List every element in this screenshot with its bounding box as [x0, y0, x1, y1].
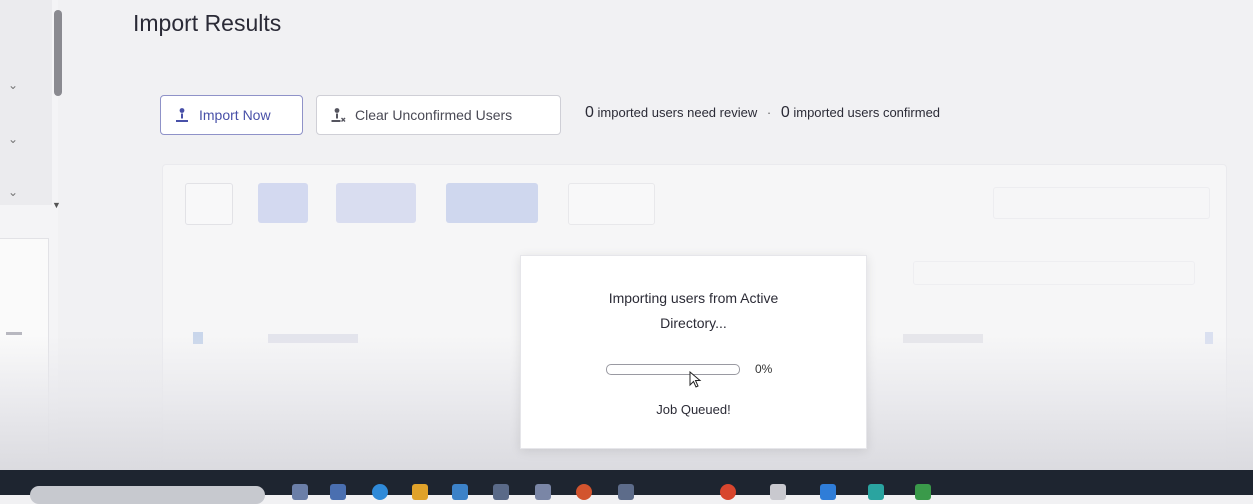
taskbar-app-icon[interactable] [618, 484, 634, 500]
dialog-message-line1: Importing users from Active [608, 290, 779, 306]
taskbar-app-icon[interactable] [535, 484, 551, 500]
table-pagination[interactable] [913, 261, 1195, 285]
filter-tab[interactable] [336, 183, 416, 223]
filter-tab[interactable] [446, 183, 538, 223]
filter-tab[interactable] [258, 183, 308, 223]
taskbar-app-icon[interactable] [720, 484, 736, 500]
chevron-down-icon[interactable]: ⌄ [8, 78, 18, 92]
import-stats: 0 imported users need review · 0 importe… [585, 104, 940, 122]
confirmed-count: 0 [780, 104, 790, 121]
user-remove-icon [331, 108, 346, 122]
import-progress-bar [606, 364, 740, 375]
taskbar-app-icon[interactable] [820, 484, 836, 500]
dialog-message: Importing users from Active Directory... [521, 286, 866, 336]
sidebar-scrollbar[interactable] [54, 10, 62, 96]
taskbar-app-icon[interactable] [576, 484, 592, 500]
taskbar-app-icon[interactable] [770, 484, 786, 500]
progress-percent: 0% [755, 362, 773, 376]
review-count: 0 [585, 104, 594, 121]
user-import-icon [176, 108, 188, 122]
chevron-down-icon[interactable]: ⌄ [8, 185, 18, 199]
filter-tab[interactable] [568, 183, 655, 225]
import-progress-dialog: Importing users from Active Directory...… [520, 255, 867, 449]
table-search-input[interactable] [723, 187, 873, 217]
taskbar-search[interactable] [30, 486, 265, 504]
taskbar-app-icon[interactable] [915, 484, 931, 500]
import-now-label: Import Now [199, 107, 271, 123]
clear-unconfirmed-users-button[interactable]: Clear Unconfirmed Users [316, 95, 561, 135]
job-status: Job Queued! [656, 402, 731, 417]
taskbar-app-icon[interactable] [452, 484, 468, 500]
chevron-down-icon[interactable]: ⌄ [8, 132, 18, 146]
os-taskbar [0, 470, 1253, 504]
review-label: imported users need review [597, 105, 758, 120]
scroll-down-arrow-icon[interactable]: ▼ [52, 200, 61, 210]
taskbar-app-icon[interactable] [292, 484, 308, 500]
page-title: Import Results [133, 10, 282, 36]
confirmed-label: imported users confirmed [793, 105, 941, 120]
taskbar-app-icon[interactable] [493, 484, 509, 500]
table-filter-select[interactable] [993, 187, 1210, 219]
filter-all-tab[interactable] [185, 183, 233, 225]
mouse-cursor-icon [689, 371, 702, 388]
dialog-message-line2: Directory... [660, 315, 727, 331]
taskbar-app-icon[interactable] [868, 484, 884, 500]
clear-unconfirmed-users-label: Clear Unconfirmed Users [355, 107, 513, 123]
import-now-button[interactable]: Import Now [160, 95, 303, 135]
taskbar-app-icon[interactable] [330, 484, 346, 500]
sidebar-nav-strip [0, 0, 52, 205]
taskbar-app-icon[interactable] [372, 484, 388, 500]
taskbar-app-icon[interactable] [412, 484, 428, 500]
stats-separator: · [766, 105, 772, 120]
